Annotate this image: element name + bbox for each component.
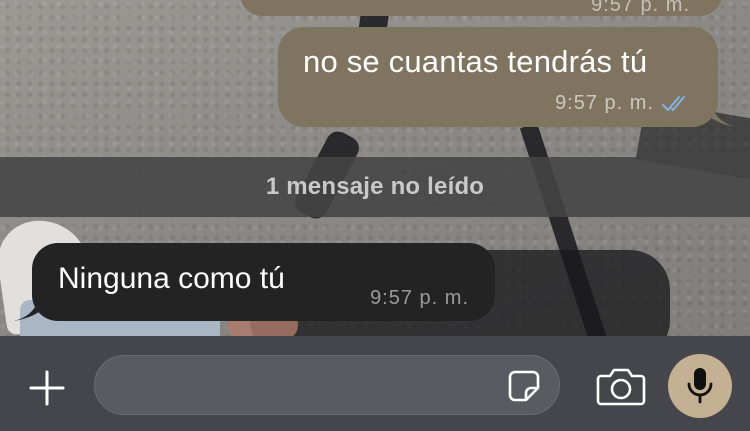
message-input[interactable] xyxy=(94,355,560,415)
previous-outgoing-message-bubble[interactable]: 9:57 p. m. xyxy=(240,0,722,16)
unread-messages-label: 1 mensaje no leído xyxy=(265,173,485,200)
message-meta: 9:57 p. m. xyxy=(555,92,692,115)
message-text: Ninguna como tú xyxy=(58,262,285,295)
microphone-icon xyxy=(687,368,713,404)
bubble-tail xyxy=(696,97,736,127)
incoming-message-bubble[interactable]: Ninguna como tú 9:57 p. m. xyxy=(14,243,495,321)
message-timestamp: 9:57 p. m. xyxy=(370,287,469,309)
camera-button[interactable] xyxy=(595,364,647,408)
message-composer-bar xyxy=(0,336,750,431)
plus-icon xyxy=(29,370,65,406)
message-timestamp: 9:57 p. m. xyxy=(591,0,690,16)
double-check-read-icon xyxy=(662,95,685,111)
unread-messages-divider: 1 mensaje no leído xyxy=(0,157,750,217)
camera-icon xyxy=(596,368,646,406)
bubble-tail xyxy=(14,291,54,321)
sticker-button[interactable] xyxy=(507,369,541,403)
voice-message-button[interactable] xyxy=(668,354,732,418)
attach-plus-button[interactable] xyxy=(24,365,70,411)
message-timestamp: 9:57 p. m. xyxy=(555,92,654,114)
message-text: no se cuantas tendrás tú xyxy=(303,44,648,79)
outgoing-message-bubble[interactable]: no se cuantas tendrás tú 9:57 p. m. xyxy=(278,27,736,127)
sticker-icon xyxy=(508,370,540,402)
